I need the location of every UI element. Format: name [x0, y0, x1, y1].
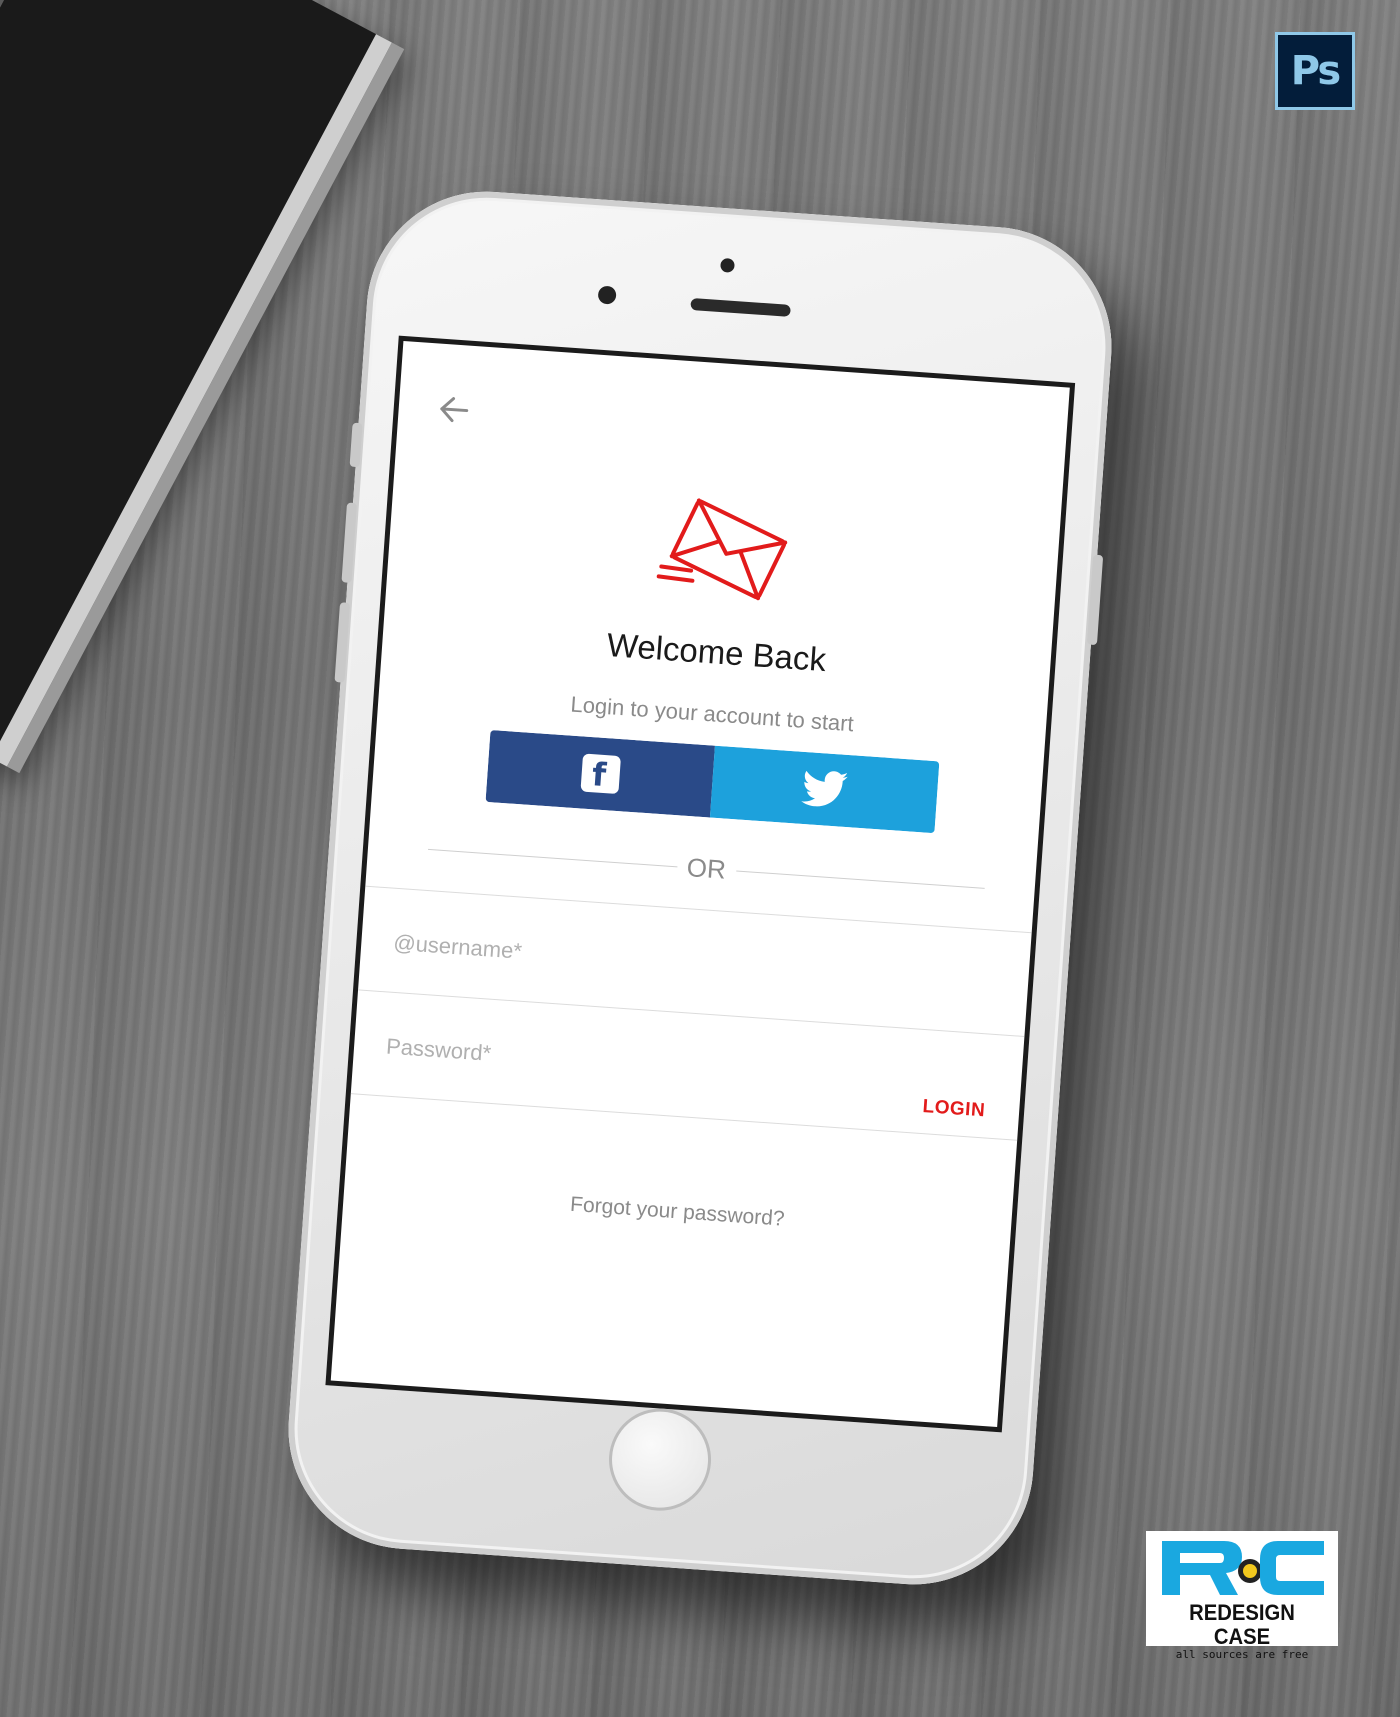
forgot-password-link[interactable]: Forgot your password?	[343, 1177, 1011, 1248]
phone-mockup: Welcome Back Login to your account to st…	[280, 183, 1120, 1593]
photoshop-badge: Ps	[1275, 32, 1355, 110]
or-divider-right-line	[735, 870, 985, 889]
app-screen: Welcome Back Login to your account to st…	[325, 335, 1076, 1433]
mail-icon	[656, 498, 788, 601]
back-arrow-icon[interactable]	[436, 392, 472, 428]
twitter-icon	[800, 770, 848, 807]
or-divider-left-line	[427, 848, 677, 868]
or-divider: OR	[427, 834, 986, 904]
redesign-case-logo-mark	[1154, 1537, 1330, 1599]
page-subtitle: Login to your account to start	[569, 691, 855, 737]
redesign-case-title: REDESIGN CASE	[1189, 1600, 1295, 1649]
twitter-login-button[interactable]	[709, 745, 940, 834]
facebook-icon-letter: f	[590, 755, 608, 795]
username-input[interactable]	[390, 928, 816, 987]
social-login-group: f	[485, 730, 940, 834]
facebook-login-button[interactable]: f	[485, 730, 715, 818]
facebook-icon: f	[579, 753, 621, 795]
photoshop-badge-text: Ps	[1290, 48, 1341, 94]
login-button[interactable]: LOGIN	[922, 1096, 986, 1122]
page-title: Welcome Back	[605, 625, 828, 679]
password-input[interactable]	[383, 1032, 809, 1090]
redesign-case-logo: REDESIGN CASE all sources are free	[1146, 1531, 1338, 1661]
redesign-case-tagline: all sources are free	[1175, 1648, 1309, 1661]
or-divider-label: OR	[685, 852, 727, 885]
notebook-photo	[0, 0, 392, 767]
